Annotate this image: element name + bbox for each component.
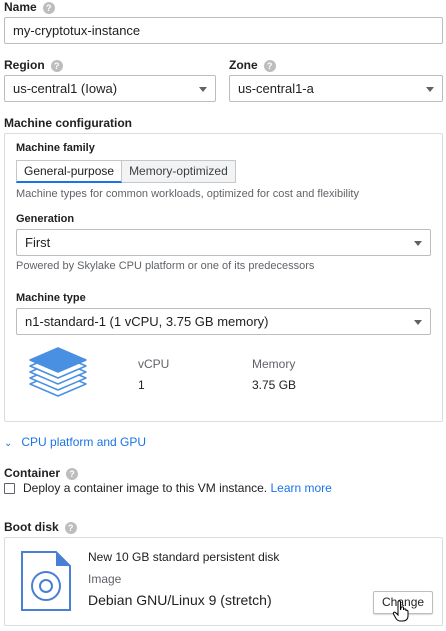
- memory-value: 3.75 GB: [252, 378, 297, 392]
- container-checkbox-text: Deploy a container image to this VM inst…: [23, 481, 332, 495]
- vcpu-value: 1: [138, 378, 145, 392]
- dropdown-arrow-icon: [414, 320, 422, 325]
- generation-value: First: [25, 235, 51, 250]
- help-icon[interactable]: ?: [42, 1, 55, 14]
- machine-type-label: Machine type: [16, 292, 86, 304]
- region-value: us-central1 (Iowa): [13, 81, 118, 96]
- container-label: Container?: [4, 466, 79, 480]
- chevron-down-icon: ⌄: [4, 438, 13, 449]
- generation-select[interactable]: First: [16, 229, 431, 256]
- machine-stack-icon: [24, 344, 92, 408]
- cpu-platform-toggle[interactable]: ⌄ CPU platform and GPU: [4, 435, 146, 449]
- name-input[interactable]: my-cryptotux-instance: [4, 17, 443, 44]
- region-label: Region?: [4, 58, 63, 72]
- boot-disk-label: Boot disk?: [4, 520, 77, 534]
- zone-select[interactable]: us-central1-a: [229, 75, 443, 102]
- boot-disk-image-label: Image: [88, 572, 122, 586]
- region-select[interactable]: us-central1 (Iowa): [4, 75, 216, 102]
- cpu-platform-link-label: CPU platform and GPU: [21, 435, 147, 449]
- disk-icon: [20, 550, 72, 612]
- machine-type-value: n1-standard-1 (1 vCPU, 3.75 GB memory): [25, 314, 269, 329]
- boot-disk-title: New 10 GB standard persistent disk: [88, 550, 280, 564]
- boot-disk-image-value: Debian GNU/Linux 9 (stretch): [88, 592, 272, 608]
- name-label: Name?: [4, 0, 55, 14]
- help-icon[interactable]: ?: [66, 467, 79, 480]
- container-checkbox-label: Deploy a container image to this VM inst…: [23, 481, 268, 495]
- learn-more-link[interactable]: Learn more: [270, 481, 331, 495]
- dropdown-arrow-icon: [199, 87, 207, 92]
- dropdown-arrow-icon: [426, 87, 434, 92]
- machine-family-label: Machine family: [16, 142, 95, 154]
- machine-config-label: Machine configuration: [4, 116, 133, 130]
- zone-value: us-central1-a: [238, 81, 314, 96]
- generation-label: Generation: [16, 213, 75, 225]
- help-icon[interactable]: ?: [50, 59, 63, 72]
- help-icon[interactable]: ?: [64, 521, 77, 534]
- machine-type-select[interactable]: n1-standard-1 (1 vCPU, 3.75 GB memory): [16, 308, 431, 335]
- tab-memory-optimized[interactable]: Memory-optimized: [122, 160, 236, 183]
- vcpu-label: vCPU: [138, 357, 170, 371]
- generation-hint: Powered by Skylake CPU platform or one o…: [16, 260, 315, 272]
- machine-family-hint: Machine types for common workloads, opti…: [16, 188, 359, 200]
- dropdown-arrow-icon: [414, 241, 422, 246]
- memory-label: Memory: [252, 357, 296, 371]
- container-checkbox[interactable]: [4, 483, 15, 494]
- help-icon[interactable]: ?: [263, 59, 276, 72]
- machine-family-tabs: General-purpose Memory-optimized: [16, 160, 236, 183]
- zone-label: Zone?: [229, 58, 276, 72]
- hand-cursor-icon: [392, 600, 410, 622]
- tab-general-purpose[interactable]: General-purpose: [16, 160, 123, 183]
